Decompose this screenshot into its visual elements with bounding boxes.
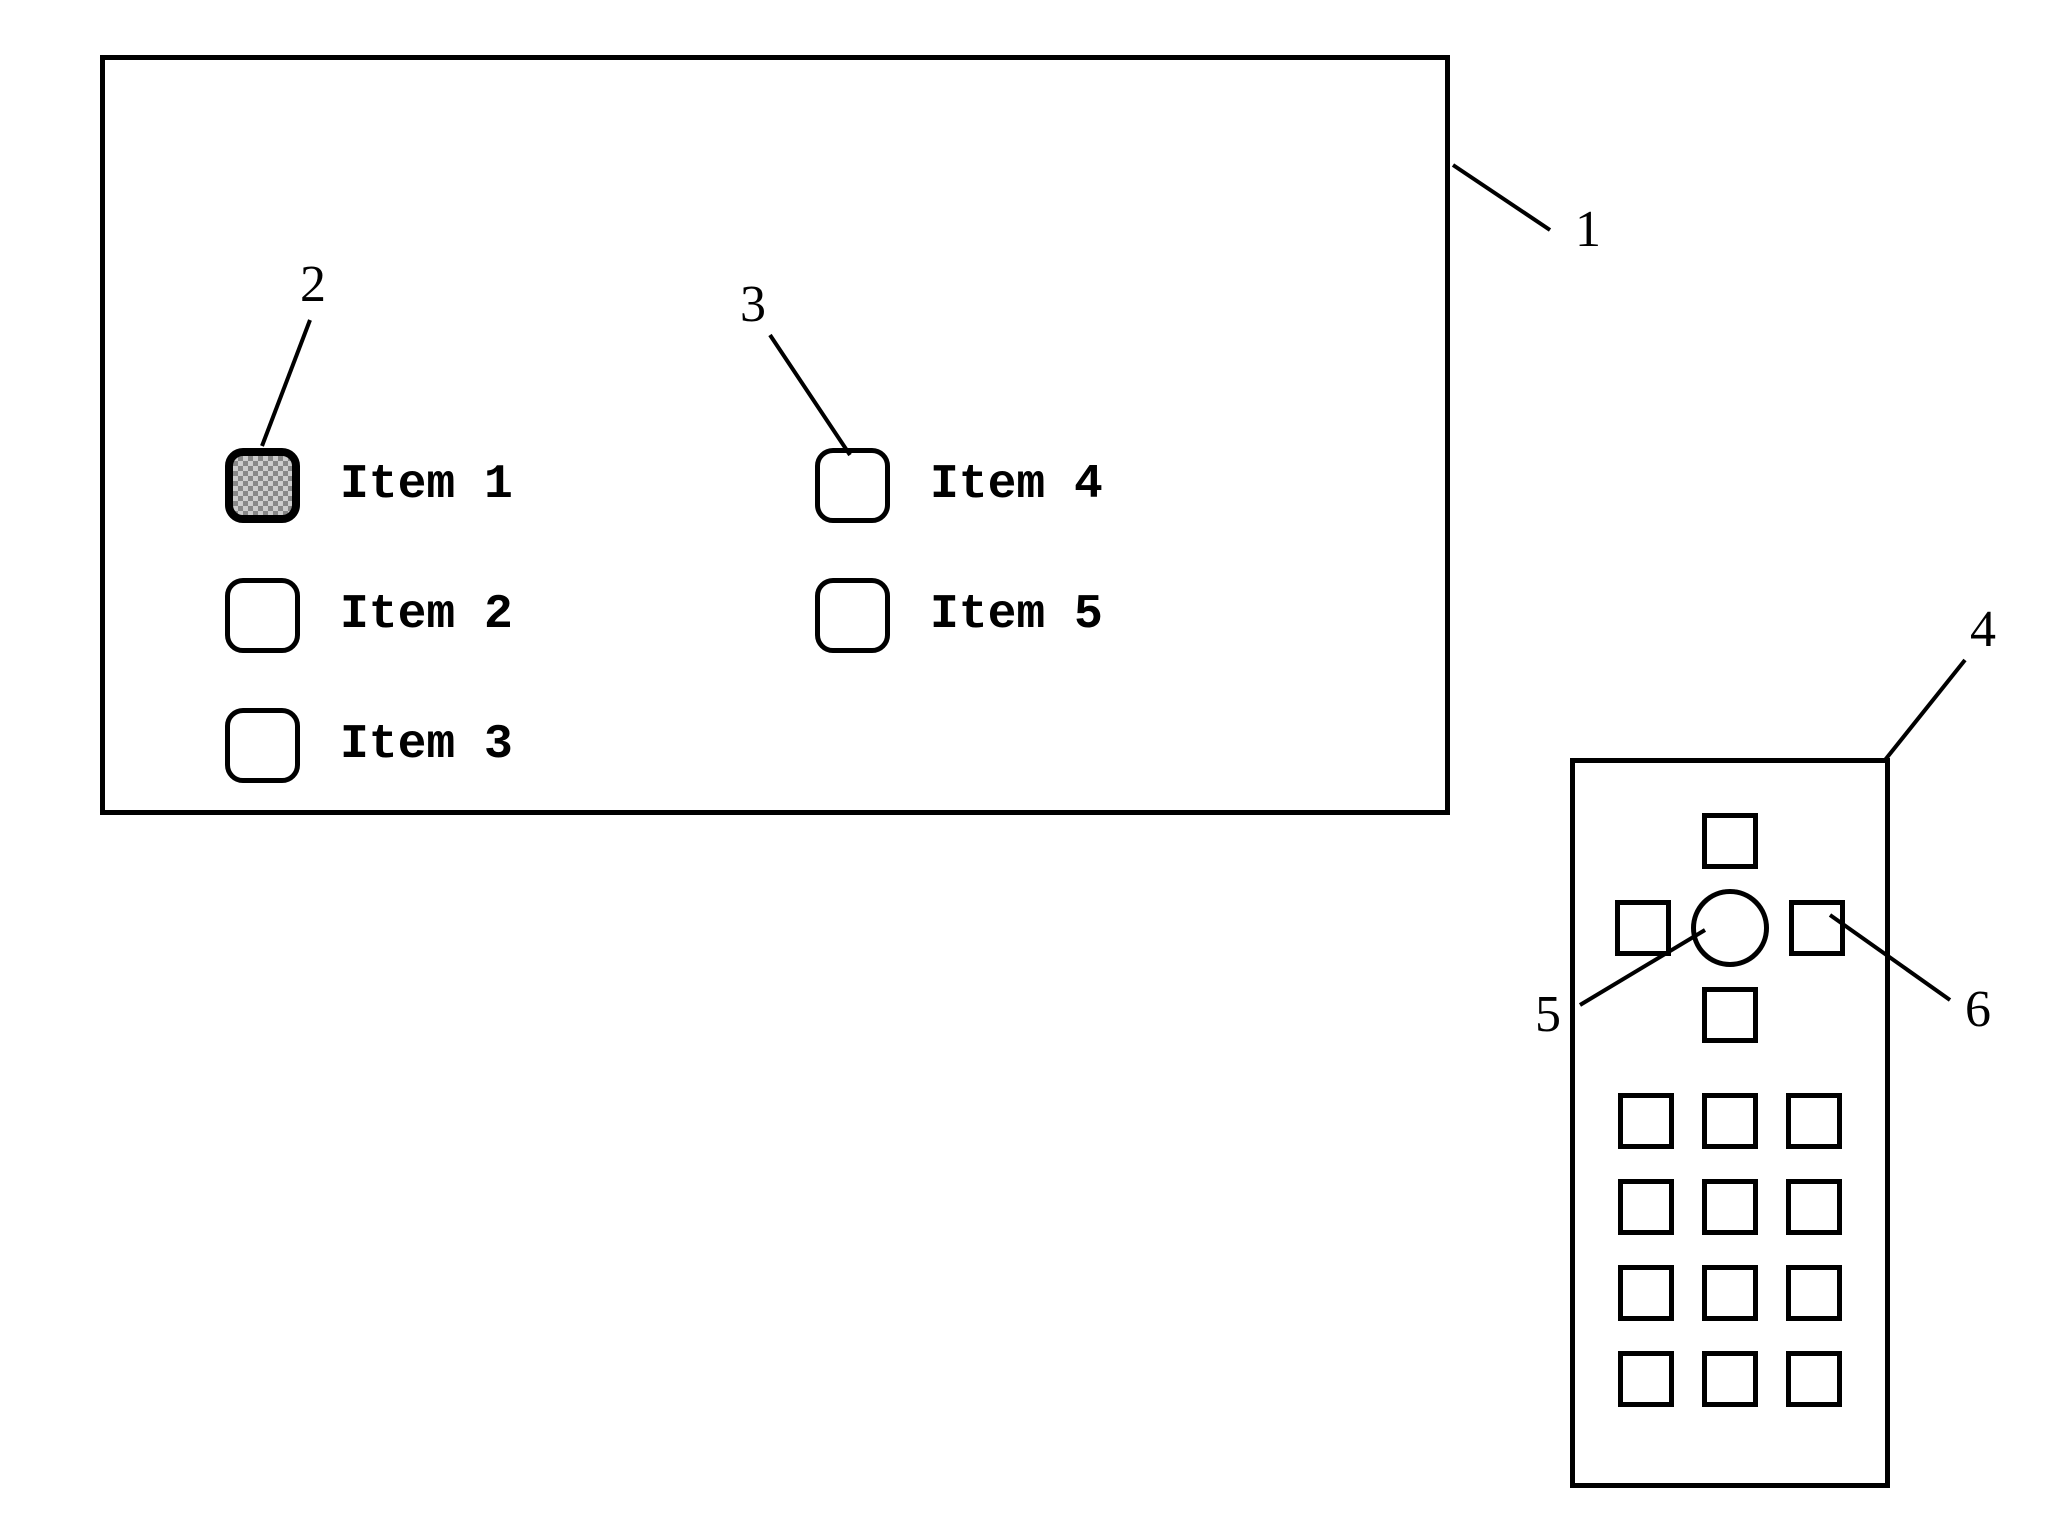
checkbox-icon (815, 578, 890, 653)
dpad-up-button[interactable] (1702, 813, 1758, 869)
numpad (1618, 1093, 1842, 1407)
numpad-button[interactable] (1618, 1265, 1674, 1321)
numpad-button[interactable] (1618, 1351, 1674, 1407)
item-label: Item 4 (930, 458, 1103, 512)
remote-control (1570, 758, 1890, 1488)
numpad-button[interactable] (1786, 1093, 1842, 1149)
dpad-down-button[interactable] (1702, 987, 1758, 1043)
checkbox-icon (815, 448, 890, 523)
checkbox-selected-icon (225, 448, 300, 523)
numpad-button[interactable] (1702, 1093, 1758, 1149)
menu-item-4[interactable]: Item 4 (815, 445, 1103, 525)
menu-column-left: Item 1 Item 2 Item 3 (225, 445, 513, 835)
numpad-button[interactable] (1702, 1265, 1758, 1321)
dpad-right-button[interactable] (1789, 900, 1845, 956)
dpad-left-button[interactable] (1615, 900, 1671, 956)
menu-item-5[interactable]: Item 5 (815, 575, 1103, 655)
callout-item-box: 3 (740, 275, 766, 334)
numpad-button[interactable] (1786, 1265, 1842, 1321)
callout-center-button: 5 (1535, 985, 1561, 1044)
menu-item-2[interactable]: Item 2 (225, 575, 513, 655)
menu-item-1[interactable]: Item 1 (225, 445, 513, 525)
menu-item-3[interactable]: Item 3 (225, 705, 513, 785)
callout-selected-box: 2 (300, 255, 326, 314)
display-screen: Item 1 Item 2 Item 3 Item 4 Item 5 (100, 55, 1450, 815)
numpad-button[interactable] (1618, 1179, 1674, 1235)
numpad-button[interactable] (1702, 1179, 1758, 1235)
callout-dpad-right: 6 (1965, 980, 1991, 1039)
numpad-button[interactable] (1702, 1351, 1758, 1407)
item-label: Item 1 (340, 458, 513, 512)
menu-column-right: Item 4 Item 5 (815, 445, 1103, 705)
checkbox-icon (225, 578, 300, 653)
numpad-button[interactable] (1786, 1179, 1842, 1235)
checkbox-icon (225, 708, 300, 783)
item-label: Item 5 (930, 588, 1103, 642)
callout-screen: 1 (1575, 200, 1601, 259)
numpad-button[interactable] (1786, 1351, 1842, 1407)
dpad (1615, 813, 1845, 1043)
item-label: Item 3 (340, 718, 513, 772)
callout-remote: 4 (1970, 600, 1996, 659)
item-label: Item 2 (340, 588, 513, 642)
dpad-center-button[interactable] (1691, 889, 1769, 967)
numpad-button[interactable] (1618, 1093, 1674, 1149)
